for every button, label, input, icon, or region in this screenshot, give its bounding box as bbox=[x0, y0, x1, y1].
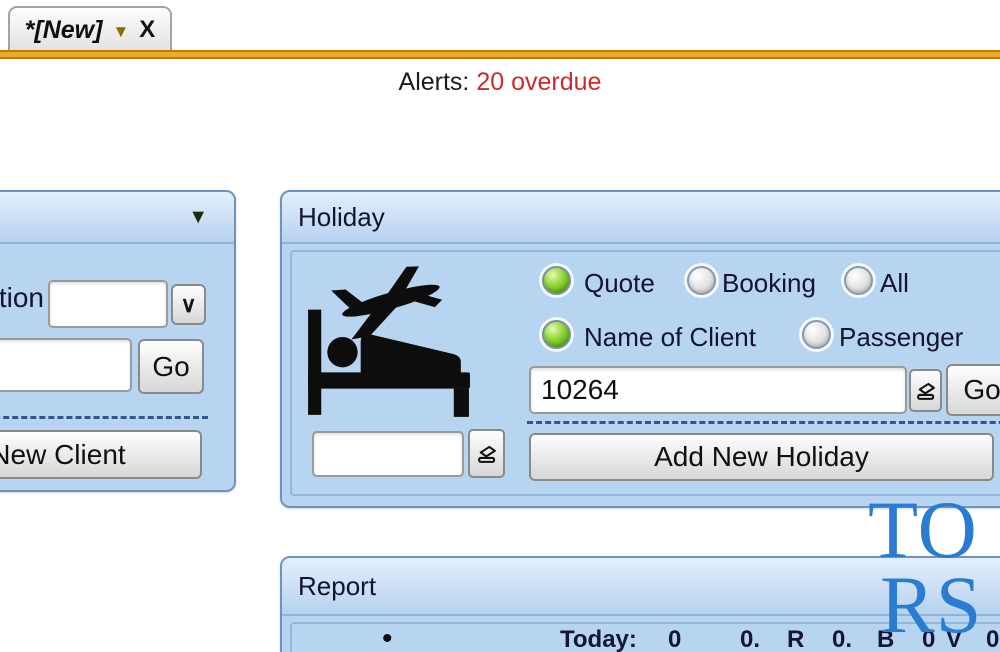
radio-all[interactable] bbox=[844, 266, 873, 295]
holiday-panel-body: Quote Booking All Name of Client Passeng… bbox=[282, 244, 1000, 504]
report-panel-body: • Today: 0 0. R 0. B 0 V 0 bbox=[282, 616, 1000, 652]
document-tab[interactable]: *[New] ▼ X bbox=[8, 6, 172, 52]
radio-quote-label[interactable]: Quote bbox=[584, 268, 655, 299]
radio-booking-label[interactable]: Booking bbox=[722, 268, 816, 299]
client-search-input[interactable] bbox=[0, 338, 132, 392]
client-go-button[interactable]: Go bbox=[138, 339, 204, 394]
eraser-icon bbox=[477, 445, 496, 463]
holiday-side-clear-button[interactable] bbox=[468, 429, 505, 478]
radio-passenger-label[interactable]: Passenger bbox=[839, 322, 963, 353]
add-new-holiday-button[interactable]: Add New Holiday bbox=[529, 433, 994, 481]
report-value: R bbox=[787, 626, 805, 652]
report-panel: Report • Today: 0 0. R 0. B 0 V 0 bbox=[280, 556, 1000, 652]
holiday-panel-divider bbox=[527, 421, 1000, 424]
tab-title: *[New] bbox=[24, 15, 103, 44]
chevron-down-icon: ∨ bbox=[180, 291, 197, 317]
eraser-icon bbox=[916, 382, 935, 400]
radio-all-label[interactable]: All bbox=[880, 268, 909, 299]
radio-passenger[interactable] bbox=[802, 320, 831, 349]
combo-dropdown-button[interactable]: ∨ bbox=[171, 284, 206, 325]
client-panel-body: tion ∨ Go New Client bbox=[0, 244, 234, 488]
report-value: 0 bbox=[668, 626, 682, 652]
report-value: 0. bbox=[740, 626, 761, 652]
report-value: 0 bbox=[986, 626, 1000, 652]
report-value: B bbox=[877, 626, 895, 652]
holiday-search-input[interactable] bbox=[529, 366, 907, 414]
combo-label-partial: tion bbox=[0, 282, 44, 313]
report-today-label: Today: bbox=[560, 626, 637, 652]
report-bullet: • bbox=[382, 622, 393, 652]
client-panel-header: ▼ bbox=[0, 192, 234, 244]
alerts-label: Alerts: bbox=[398, 68, 470, 96]
report-value: 0. bbox=[832, 626, 853, 652]
holiday-panel: Holiday Quote Booking All Name of Client… bbox=[280, 190, 1000, 508]
report-value: V bbox=[946, 626, 963, 652]
top-divider-rule bbox=[0, 50, 1000, 59]
holiday-panel-title: Holiday bbox=[298, 201, 385, 232]
holiday-go-button[interactable]: Go bbox=[946, 364, 1000, 416]
radio-name-of-client[interactable] bbox=[542, 320, 571, 349]
alerts-bar: Alerts: 20 overdue bbox=[0, 68, 1000, 97]
holiday-search-clear-button[interactable] bbox=[909, 369, 942, 412]
client-panel-divider bbox=[0, 416, 208, 419]
tab-dropdown-icon[interactable]: ▼ bbox=[112, 21, 129, 40]
report-panel-header: Report bbox=[282, 558, 1000, 616]
collapse-panel-icon[interactable]: ▼ bbox=[188, 206, 208, 229]
holiday-side-input[interactable] bbox=[312, 431, 464, 477]
radio-quote[interactable] bbox=[542, 266, 571, 295]
report-value: 0 bbox=[922, 626, 936, 652]
tab-close-icon[interactable]: X bbox=[139, 18, 155, 42]
app-window: *[New] ▼ X Alerts: 20 overdue ▼ tion ∨ G… bbox=[0, 0, 1000, 652]
radio-name-of-client-label[interactable]: Name of Client bbox=[584, 322, 756, 353]
holiday-panel-header: Holiday bbox=[282, 192, 1000, 244]
combo-input[interactable] bbox=[48, 280, 168, 328]
alerts-value[interactable]: 20 overdue bbox=[476, 68, 601, 96]
client-panel: ▼ tion ∨ Go New Client bbox=[0, 190, 236, 492]
holiday-bed-airplane-icon bbox=[308, 266, 470, 417]
radio-booking[interactable] bbox=[687, 266, 716, 295]
report-panel-title: Report bbox=[298, 570, 377, 601]
new-client-button[interactable]: New Client bbox=[0, 430, 202, 479]
